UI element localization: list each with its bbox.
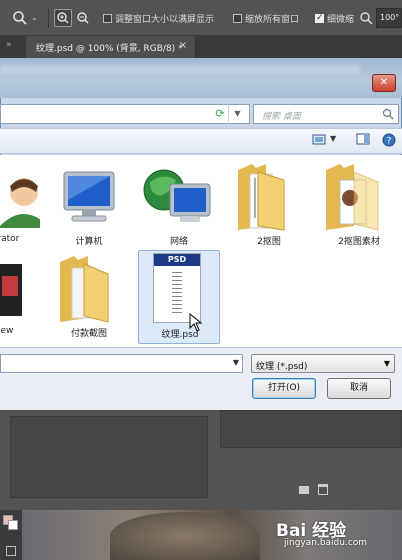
zoom-percent-field[interactable]: 100° bbox=[376, 8, 402, 28]
dialog-close-button[interactable]: ✕ bbox=[372, 74, 396, 92]
magnifier-icon[interactable] bbox=[12, 10, 28, 26]
cancel-button[interactable]: 取消 bbox=[327, 378, 391, 399]
background-color-swatch[interactable] bbox=[8, 520, 18, 530]
file-item-administrator[interactable]: istrator bbox=[0, 158, 40, 252]
file-type-select[interactable]: 纹理 (*.psd) ▼ bbox=[251, 354, 395, 373]
file-type-value: 纹理 (*.psd) bbox=[256, 362, 308, 372]
file-item-folder-koutu[interactable]: 2抠图 bbox=[228, 158, 310, 252]
file-item-label: 2抠图 bbox=[257, 237, 281, 247]
zoom-all-windows-label: 缩放所有窗口 bbox=[245, 15, 300, 25]
file-name-input[interactable]: ▼ bbox=[0, 354, 243, 373]
file-item-label: 纹理.psd bbox=[161, 330, 199, 340]
file-item-network[interactable]: 网络 bbox=[138, 158, 220, 252]
trash-icon[interactable] bbox=[318, 484, 328, 495]
view-options-chevron-icon[interactable]: ▼ bbox=[330, 134, 336, 143]
help-icon[interactable]: ? bbox=[382, 133, 396, 147]
file-item-label: 2抠图素材 bbox=[338, 237, 380, 247]
search-input[interactable]: 搜索 桌面 bbox=[253, 104, 399, 124]
folder-icon bbox=[60, 256, 109, 323]
new-layer-icon[interactable] bbox=[299, 486, 309, 494]
open-button[interactable]: 打开(O) bbox=[252, 378, 316, 399]
watermark-url: jingyan.baidu.com bbox=[284, 538, 368, 548]
psd-badge: PSD bbox=[154, 254, 200, 266]
computer-icon bbox=[63, 171, 115, 222]
file-name-chevron-icon[interactable]: ▼ bbox=[233, 358, 239, 367]
photo-thumbnail-icon bbox=[0, 264, 22, 316]
scrubby-zoom-label: 细微缩 bbox=[327, 15, 355, 25]
search-icon bbox=[382, 108, 394, 120]
address-history-chevron-icon[interactable]: ▼ bbox=[228, 104, 246, 124]
document-tab-title: 纹理.psd @ 100% (背景, RGB/8) * bbox=[36, 44, 183, 54]
file-item-label: 付款截图 bbox=[70, 329, 107, 339]
zoom-out-icon bbox=[77, 12, 89, 24]
preview-pane-icon[interactable] bbox=[356, 133, 370, 147]
dialog-toolbar bbox=[0, 128, 402, 154]
resize-windows-checkbox[interactable] bbox=[103, 14, 112, 23]
svg-text:?: ? bbox=[387, 137, 392, 147]
file-item-label: view bbox=[0, 326, 14, 336]
title-bar-glass bbox=[0, 64, 360, 74]
file-item-label: 网络 bbox=[169, 237, 188, 247]
zoom-in-button[interactable] bbox=[54, 9, 72, 27]
resize-windows-label: 调整窗口大小以满屏显示 bbox=[115, 15, 215, 25]
file-item-folder-koutu-material[interactable]: 2抠图素材 bbox=[318, 158, 400, 252]
divider bbox=[48, 8, 49, 28]
file-item-texture-psd[interactable]: PSD 纹理.psd bbox=[138, 250, 220, 344]
user-icon bbox=[0, 178, 40, 228]
refresh-icon[interactable]: ⟳ bbox=[212, 106, 228, 122]
zoom-out-button[interactable] bbox=[75, 10, 91, 26]
canvas-stone-texture bbox=[110, 512, 260, 560]
view-options-icon[interactable] bbox=[312, 133, 326, 147]
document-tab[interactable]: 纹理.psd @ 100% (背景, RGB/8) * × bbox=[26, 36, 196, 58]
panel-left bbox=[10, 416, 208, 498]
quick-mask-icon[interactable] bbox=[6, 546, 16, 556]
folder-icon bbox=[238, 164, 285, 231]
panel-collapse-icon[interactable]: » bbox=[6, 40, 12, 50]
options-bar: ⌄ 调整窗口大小以满屏显示 缩放所有窗口 细微缩 100° bbox=[0, 0, 402, 36]
zoom-in-icon bbox=[57, 12, 69, 24]
file-item-computer[interactable]: 计算机 bbox=[48, 158, 130, 252]
workspace-area bbox=[0, 410, 402, 510]
tools-strip bbox=[0, 510, 22, 560]
file-item-label: 计算机 bbox=[75, 237, 103, 247]
document-tab-close-icon[interactable]: × bbox=[179, 40, 187, 51]
dialog-title-bar[interactable] bbox=[0, 58, 402, 98]
network-icon bbox=[143, 169, 211, 222]
mouse-cursor-icon bbox=[189, 313, 203, 332]
search-placeholder: 搜索 桌面 bbox=[262, 112, 301, 122]
panel-right bbox=[220, 410, 402, 448]
zoom-all-windows-checkbox[interactable] bbox=[233, 14, 242, 23]
file-item-label: istrator bbox=[0, 234, 20, 244]
file-type-chevron-icon: ▼ bbox=[383, 359, 390, 368]
file-item-folder-payment[interactable]: 付款截图 bbox=[48, 250, 130, 344]
file-item-view[interactable]: view bbox=[0, 250, 40, 344]
search-icon[interactable] bbox=[359, 11, 373, 25]
zoom-percent-value: 100° bbox=[380, 13, 400, 22]
folder-icon bbox=[326, 164, 379, 231]
psd-preview-lines bbox=[172, 272, 182, 316]
tool-preset-chevron-icon[interactable]: ⌄ bbox=[31, 13, 38, 22]
scrubby-zoom-checkbox[interactable] bbox=[315, 13, 324, 23]
